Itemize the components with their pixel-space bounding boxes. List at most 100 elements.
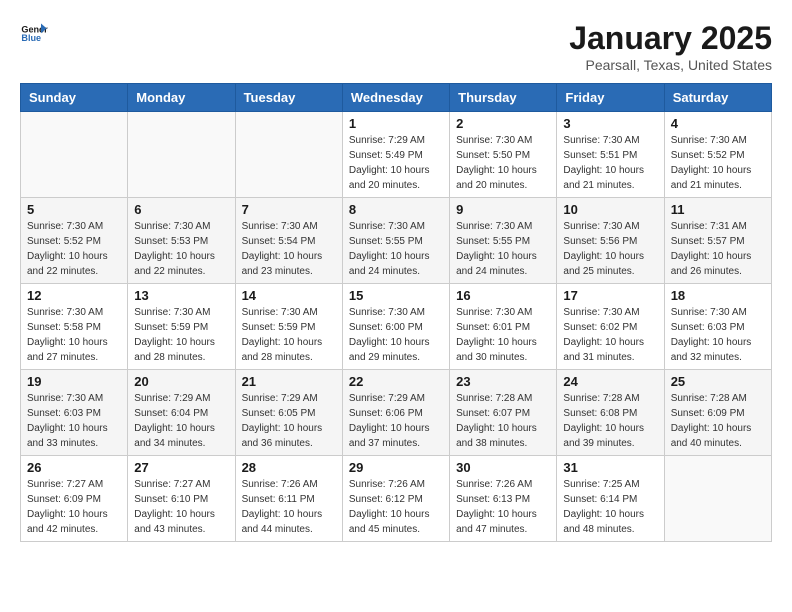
day-info: Sunrise: 7:30 AMSunset: 5:59 PMDaylight:… [134,305,228,365]
calendar-day-cell [128,112,235,198]
day-number: 1 [349,116,443,131]
day-number: 7 [242,202,336,217]
calendar-day-cell: 24 Sunrise: 7:28 AMSunset: 6:08 PMDayligh… [557,370,664,456]
weekday-header-thursday: Thursday [450,84,557,112]
day-number: 10 [563,202,657,217]
calendar-day-cell: 1 Sunrise: 7:29 AMSunset: 5:49 PMDaylight… [342,112,449,198]
calendar-day-cell: 16 Sunrise: 7:30 AMSunset: 6:01 PMDayligh… [450,284,557,370]
calendar-day-cell: 23 Sunrise: 7:28 AMSunset: 6:07 PMDayligh… [450,370,557,456]
calendar-day-cell: 31Sunrise: 7:25 AMSunset: 6:14 PMDayligh… [557,456,664,542]
weekday-header-sunday: Sunday [21,84,128,112]
day-info: Sunrise: 7:30 AMSunset: 5:53 PMDaylight:… [134,219,228,279]
day-info: Sunrise: 7:28 AMSunset: 6:08 PMDaylight:… [563,391,657,451]
day-number: 17 [563,288,657,303]
day-number: 26 [27,460,121,475]
day-number: 21 [242,374,336,389]
day-number: 28 [242,460,336,475]
day-number: 20 [134,374,228,389]
day-number: 25 [671,374,765,389]
page-header: General Blue January 2025 Pearsall, Texa… [20,20,772,73]
calendar-week-row: 12 Sunrise: 7:30 AMSunset: 5:58 PMDayligh… [21,284,772,370]
day-info: Sunrise: 7:30 AMSunset: 6:03 PMDaylight:… [671,305,765,365]
day-number: 24 [563,374,657,389]
day-info: Sunrise: 7:29 AMSunset: 6:05 PMDaylight:… [242,391,336,451]
calendar-week-row: 5 Sunrise: 7:30 AMSunset: 5:52 PMDaylight… [21,198,772,284]
calendar-day-cell: 13Sunrise: 7:30 AMSunset: 5:59 PMDayligh… [128,284,235,370]
day-number: 12 [27,288,121,303]
day-info: Sunrise: 7:27 AMSunset: 6:10 PMDaylight:… [134,477,228,537]
day-number: 4 [671,116,765,131]
day-info: Sunrise: 7:30 AMSunset: 5:52 PMDaylight:… [27,219,121,279]
day-info: Sunrise: 7:30 AMSunset: 5:52 PMDaylight:… [671,133,765,193]
weekday-header-tuesday: Tuesday [235,84,342,112]
calendar-day-cell: 29Sunrise: 7:26 AMSunset: 6:12 PMDayligh… [342,456,449,542]
day-info: Sunrise: 7:30 AMSunset: 5:55 PMDaylight:… [349,219,443,279]
weekday-header-row: SundayMondayTuesdayWednesdayThursdayFrid… [21,84,772,112]
day-number: 19 [27,374,121,389]
weekday-header-saturday: Saturday [664,84,771,112]
calendar-day-cell: 7 Sunrise: 7:30 AMSunset: 5:54 PMDaylight… [235,198,342,284]
day-info: Sunrise: 7:30 AMSunset: 5:51 PMDaylight:… [563,133,657,193]
calendar-day-cell: 21 Sunrise: 7:29 AMSunset: 6:05 PMDayligh… [235,370,342,456]
day-number: 2 [456,116,550,131]
title-area: January 2025 Pearsall, Texas, United Sta… [569,20,772,73]
day-number: 23 [456,374,550,389]
calendar-day-cell: 28 Sunrise: 7:26 AMSunset: 6:11 PMDayligh… [235,456,342,542]
weekday-header-wednesday: Wednesday [342,84,449,112]
day-number: 16 [456,288,550,303]
day-number: 3 [563,116,657,131]
calendar-week-row: 26 Sunrise: 7:27 AMSunset: 6:09 PMDayligh… [21,456,772,542]
day-info: Sunrise: 7:26 AMSunset: 6:12 PMDaylight:… [349,477,443,537]
calendar-day-cell: 30 Sunrise: 7:26 AMSunset: 6:13 PMDayligh… [450,456,557,542]
day-info: Sunrise: 7:29 AMSunset: 6:06 PMDaylight:… [349,391,443,451]
day-info: Sunrise: 7:30 AMSunset: 5:58 PMDaylight:… [27,305,121,365]
calendar-day-cell: 4 Sunrise: 7:30 AMSunset: 5:52 PMDaylight… [664,112,771,198]
day-info: Sunrise: 7:30 AMSunset: 5:55 PMDaylight:… [456,219,550,279]
day-number: 18 [671,288,765,303]
day-info: Sunrise: 7:30 AMSunset: 6:02 PMDaylight:… [563,305,657,365]
calendar-day-cell: 20Sunrise: 7:29 AMSunset: 6:04 PMDayligh… [128,370,235,456]
day-number: 8 [349,202,443,217]
calendar-day-cell: 18 Sunrise: 7:30 AMSunset: 6:03 PMDayligh… [664,284,771,370]
calendar-day-cell: 19 Sunrise: 7:30 AMSunset: 6:03 PMDayligh… [21,370,128,456]
day-info: Sunrise: 7:29 AMSunset: 5:49 PMDaylight:… [349,133,443,193]
calendar-day-cell: 12 Sunrise: 7:30 AMSunset: 5:58 PMDayligh… [21,284,128,370]
calendar-day-cell: 26 Sunrise: 7:27 AMSunset: 6:09 PMDayligh… [21,456,128,542]
day-info: Sunrise: 7:27 AMSunset: 6:09 PMDaylight:… [27,477,121,537]
day-number: 9 [456,202,550,217]
calendar-day-cell: 27 Sunrise: 7:27 AMSunset: 6:10 PMDayligh… [128,456,235,542]
day-info: Sunrise: 7:30 AMSunset: 5:54 PMDaylight:… [242,219,336,279]
svg-text:Blue: Blue [21,33,41,43]
day-number: 6 [134,202,228,217]
day-info: Sunrise: 7:31 AMSunset: 5:57 PMDaylight:… [671,219,765,279]
day-info: Sunrise: 7:26 AMSunset: 6:11 PMDaylight:… [242,477,336,537]
calendar-day-cell: 17 Sunrise: 7:30 AMSunset: 6:02 PMDayligh… [557,284,664,370]
calendar-day-cell: 15 Sunrise: 7:30 AMSunset: 6:00 PMDayligh… [342,284,449,370]
day-info: Sunrise: 7:30 AMSunset: 6:00 PMDaylight:… [349,305,443,365]
day-number: 31 [563,460,657,475]
day-info: Sunrise: 7:28 AMSunset: 6:07 PMDaylight:… [456,391,550,451]
calendar-day-cell: 3 Sunrise: 7:30 AMSunset: 5:51 PMDaylight… [557,112,664,198]
weekday-header-monday: Monday [128,84,235,112]
day-info: Sunrise: 7:30 AMSunset: 6:01 PMDaylight:… [456,305,550,365]
calendar-day-cell: 22 Sunrise: 7:29 AMSunset: 6:06 PMDayligh… [342,370,449,456]
day-number: 14 [242,288,336,303]
day-number: 5 [27,202,121,217]
weekday-header-friday: Friday [557,84,664,112]
day-number: 27 [134,460,228,475]
day-info: Sunrise: 7:30 AMSunset: 6:03 PMDaylight:… [27,391,121,451]
day-number: 30 [456,460,550,475]
day-number: 15 [349,288,443,303]
calendar-day-cell [21,112,128,198]
day-info: Sunrise: 7:28 AMSunset: 6:09 PMDaylight:… [671,391,765,451]
day-info: Sunrise: 7:26 AMSunset: 6:13 PMDaylight:… [456,477,550,537]
day-info: Sunrise: 7:30 AMSunset: 5:59 PMDaylight:… [242,305,336,365]
day-number: 11 [671,202,765,217]
calendar-day-cell: 6 Sunrise: 7:30 AMSunset: 5:53 PMDaylight… [128,198,235,284]
day-number: 22 [349,374,443,389]
day-info: Sunrise: 7:30 AMSunset: 5:56 PMDaylight:… [563,219,657,279]
calendar-day-cell: 2Sunrise: 7:30 AMSunset: 5:50 PMDaylight… [450,112,557,198]
calendar-day-cell: 9 Sunrise: 7:30 AMSunset: 5:55 PMDaylight… [450,198,557,284]
calendar-day-cell: 10 Sunrise: 7:30 AMSunset: 5:56 PMDayligh… [557,198,664,284]
calendar-week-row: 19 Sunrise: 7:30 AMSunset: 6:03 PMDayligh… [21,370,772,456]
